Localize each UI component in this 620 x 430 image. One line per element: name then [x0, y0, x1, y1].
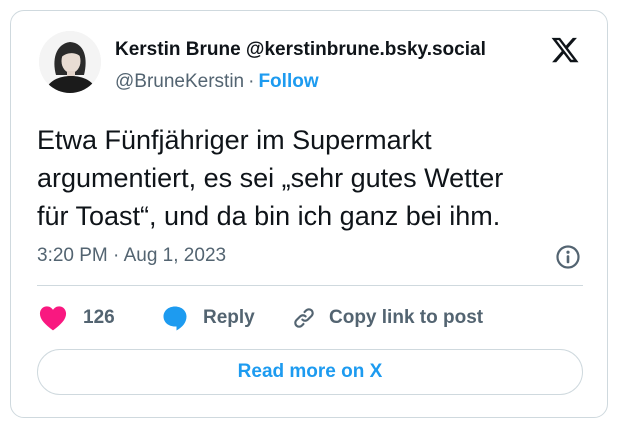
link-icon: [294, 308, 314, 328]
speech-bubble-icon: [163, 306, 187, 331]
avatar-portrait: [39, 31, 101, 93]
post-text: Etwa Fünfjähriger im Supermarkt argument…: [37, 125, 504, 231]
author-display-name[interactable]: Kerstin Brune @kerstinbrune.bsky.social: [115, 39, 486, 61]
info-icon[interactable]: [555, 244, 581, 270]
reply-label: Reply: [203, 307, 255, 328]
author-handle[interactable]: @BruneKerstin: [115, 71, 244, 92]
like-button[interactable]: 126: [39, 303, 115, 333]
copy-link-button[interactable]: Copy link to post: [291, 303, 483, 333]
read-more-label: Read more on X: [237, 361, 383, 382]
post-timestamp[interactable]: 3:20 PM · Aug 1, 2023: [37, 245, 226, 267]
separator-dot: ·: [248, 71, 255, 92]
heart-icon: [39, 306, 67, 331]
reply-button[interactable]: Reply: [161, 303, 255, 333]
embedded-post-card: Kerstin Brune @kerstinbrune.bsky.social …: [10, 10, 608, 418]
avatar[interactable]: [39, 31, 101, 93]
read-more-button[interactable]: Read more on X: [37, 349, 583, 395]
divider: [37, 285, 583, 286]
like-count: 126: [83, 307, 115, 328]
copy-link-label: Copy link to post: [329, 307, 484, 328]
follow-button[interactable]: Follow: [258, 71, 318, 92]
author-handle-row: @BruneKerstin · Follow: [115, 71, 319, 93]
x-logo-icon[interactable]: [549, 35, 581, 65]
